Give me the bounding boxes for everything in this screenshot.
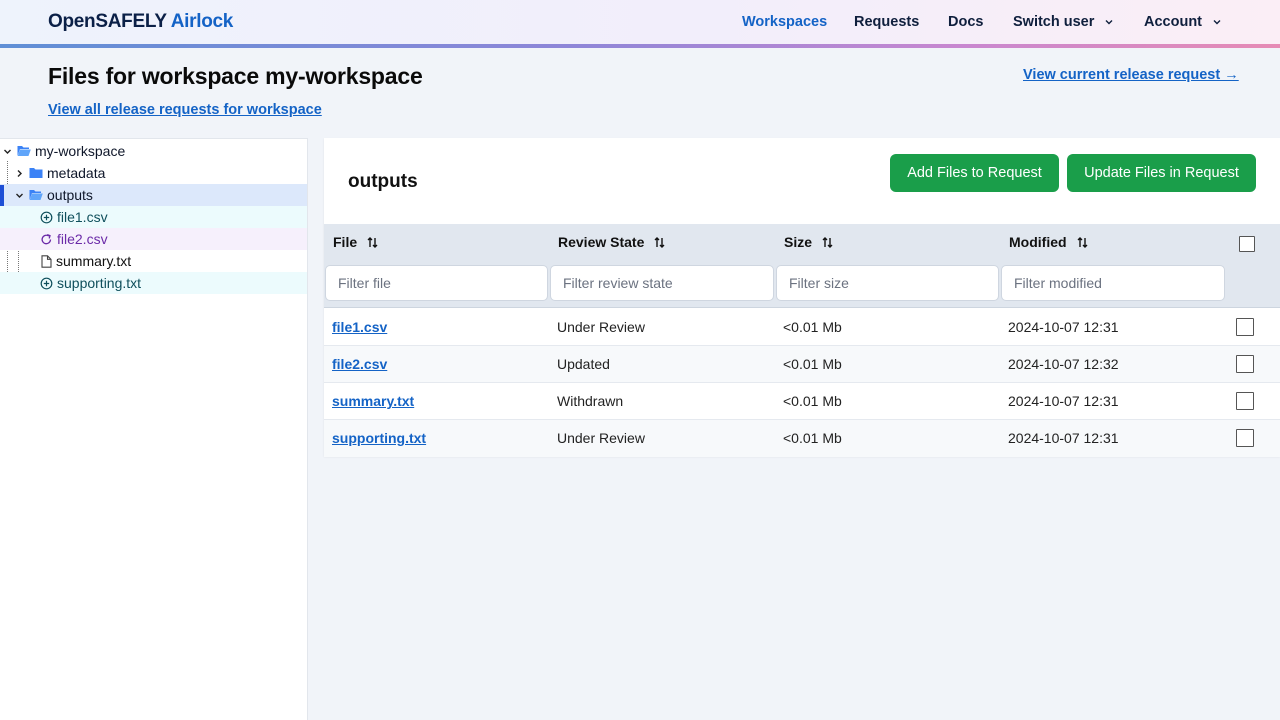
selection-indicator [0,185,4,206]
chevron-down-icon [1105,20,1113,25]
row-checkbox[interactable] [1236,355,1254,373]
row-checkbox[interactable] [1236,318,1254,336]
tree-item-label: metadata [47,165,106,181]
table-header: File Review State Size Modified [324,224,1280,308]
column-label: Size [784,234,813,250]
review-state-cell: Withdrawn [557,393,624,409]
folder-icon [29,168,43,178]
tree-item-summary[interactable]: summary.txt [0,250,307,272]
sort-icon[interactable] [822,236,833,249]
file-cell: file2.csv [332,356,387,372]
plus-circle-icon [40,211,53,223]
tree-item-outputs[interactable]: outputs [0,184,307,206]
refresh-icon [41,233,52,244]
file-link[interactable]: file1.csv [332,319,387,335]
filter-review-state-input[interactable] [550,265,774,301]
update-files-button[interactable]: Update Files in Request [1067,154,1256,192]
view-all-requests-link[interactable]: View all release requests for workspace [48,102,322,118]
chevron-down-icon[interactable] [15,191,24,200]
file-tree: my-workspace metadata outputs file1.csv … [0,138,308,720]
header-gradient-bar [0,44,1280,48]
chevron-down-icon [1213,20,1221,25]
column-header-modified[interactable]: Modified [1009,234,1088,250]
brand-primary: OpenSAFELY [48,11,167,32]
nav-account[interactable]: Account [1144,14,1222,30]
tree-item-label: file2.csv [57,231,108,247]
table-row[interactable]: file2.csv Updated <0.01 Mb 2024-10-07 12… [324,346,1280,383]
size-cell: <0.01 Mb [783,430,842,446]
sort-icon[interactable] [367,236,378,249]
review-state-cell: Under Review [557,430,645,446]
folder-open-icon [29,190,43,200]
tree-item-supporting[interactable]: supporting.txt [0,272,307,294]
table-row[interactable]: file1.csv Under Review <0.01 Mb 2024-10-… [324,309,1280,346]
nav-docs[interactable]: Docs [948,14,983,30]
sort-icon[interactable] [1077,236,1088,249]
row-checkbox[interactable] [1236,429,1254,447]
chevron-down-icon[interactable] [3,147,12,156]
brand-secondary: Airlock [170,11,234,32]
column-label: Modified [1009,234,1067,250]
filter-file-input[interactable] [325,265,548,301]
modified-cell: 2024-10-07 12:32 [1008,356,1119,372]
file-cell: summary.txt [332,393,414,409]
plus-circle-icon [40,277,53,289]
add-files-button[interactable]: Add Files to Request [890,154,1059,192]
view-current-request-link[interactable]: View current release request → [1023,67,1239,83]
nav-switch-user[interactable]: Switch user [1013,14,1114,30]
size-cell: <0.01 Mb [783,356,842,372]
file-link[interactable]: file2.csv [332,356,387,372]
brand-logo[interactable]: OpenSAFELY Airlock [48,11,233,33]
column-header-file[interactable]: File [333,234,378,250]
select-all-checkbox[interactable] [1239,236,1255,252]
filter-modified-input[interactable] [1001,265,1225,301]
tree-item-label: file1.csv [57,209,108,225]
row-checkbox[interactable] [1236,392,1254,410]
tree-item-label: summary.txt [56,253,132,269]
page-title: Files for workspace my-workspace [48,63,423,89]
tree-item-metadata[interactable]: metadata [0,162,307,184]
size-cell: <0.01 Mb [783,319,842,335]
tree-item-root[interactable]: my-workspace [0,140,307,162]
column-header-size[interactable]: Size [784,234,833,250]
table-row[interactable]: summary.txt Withdrawn <0.01 Mb 2024-10-0… [324,383,1280,420]
file-cell: file1.csv [332,319,387,335]
review-state-cell: Updated [557,356,610,372]
nav-workspaces[interactable]: Workspaces [742,14,827,30]
size-cell: <0.01 Mb [783,393,842,409]
review-state-cell: Under Review [557,319,645,335]
modified-cell: 2024-10-07 12:31 [1008,393,1119,409]
modified-cell: 2024-10-07 12:31 [1008,430,1119,446]
file-link[interactable]: summary.txt [332,393,414,409]
nav-requests[interactable]: Requests [854,14,919,30]
nav-switch-user-label: Switch user [1013,14,1095,30]
tree-item-label: outputs [47,187,93,203]
file-icon [41,254,52,268]
sort-icon[interactable] [654,236,665,249]
panel-title: outputs [348,171,418,192]
file-cell: supporting.txt [332,430,426,446]
tree-item-file2[interactable]: file2.csv [0,228,307,250]
column-header-review-state[interactable]: Review State [558,234,665,250]
tree-item-label: my-workspace [35,143,126,159]
table-row[interactable]: supporting.txt Under Review <0.01 Mb 202… [324,420,1280,457]
tree-item-label: supporting.txt [57,275,142,291]
chevron-right-icon[interactable] [15,169,24,178]
modified-cell: 2024-10-07 12:31 [1008,319,1119,335]
folder-open-icon [17,146,31,156]
tree-item-file1[interactable]: file1.csv [0,206,307,228]
column-label: File [333,234,358,250]
filter-size-input[interactable] [776,265,999,301]
column-label: Review State [558,234,645,250]
directory-panel: outputs Add Files to Request Update File… [324,138,1280,457]
nav-account-label: Account [1144,14,1202,30]
file-link[interactable]: supporting.txt [332,430,426,446]
top-nav-bar: OpenSAFELY Airlock Workspaces Requests D… [0,0,1280,44]
